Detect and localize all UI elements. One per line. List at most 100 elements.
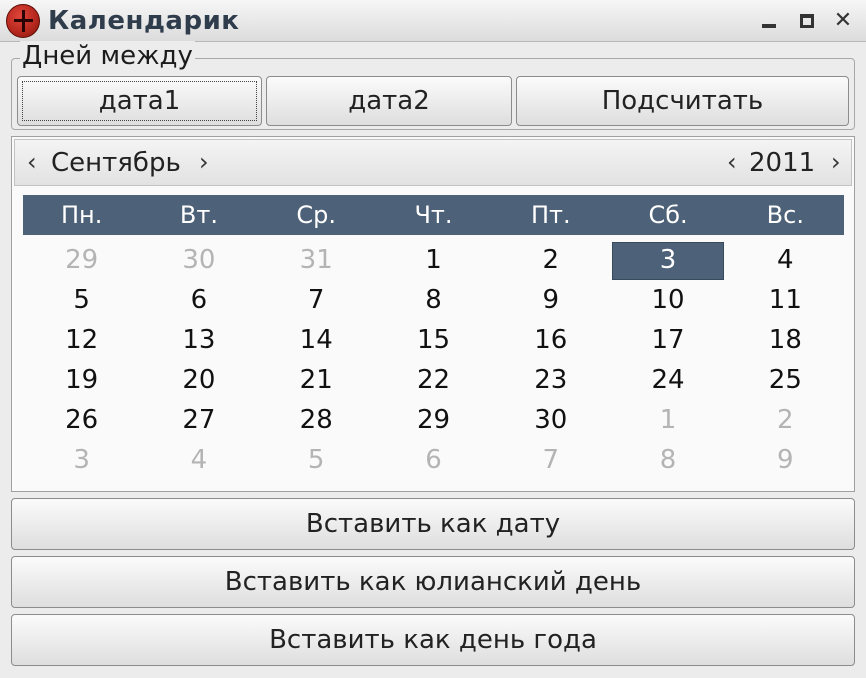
- calendar-day[interactable]: 7: [492, 440, 609, 480]
- calendar-day-number: 9: [777, 445, 794, 475]
- calendar-day-number: 16: [534, 325, 568, 355]
- insert-as-julian-day-button[interactable]: Вставить как юлианский день: [11, 556, 855, 608]
- calendar-week-row: 26 27 28 29 30 1 2: [23, 400, 844, 440]
- calendar-day[interactable]: 7: [258, 280, 375, 320]
- calendar-day[interactable]: 29: [23, 240, 140, 280]
- app-icon[interactable]: [6, 4, 40, 38]
- calendar-day[interactable]: 8: [609, 440, 726, 480]
- calendar-day-number: 27: [182, 405, 216, 435]
- calendar-day-number: 6: [425, 445, 442, 475]
- calendar-day[interactable]: 3: [23, 440, 140, 480]
- calendar-day[interactable]: 24: [609, 360, 726, 400]
- calendar-day-number: 25: [768, 365, 802, 395]
- insert-as-day-of-year-button[interactable]: Вставить как день года: [11, 614, 855, 666]
- calendar-day[interactable]: 14: [258, 320, 375, 360]
- date1-button[interactable]: дата1: [17, 76, 262, 126]
- calendar-navigation: ‹ Сентябрь › ‹ 2011 ›: [14, 139, 852, 186]
- calendar-day-number: 22: [416, 365, 451, 395]
- calendar-day-number: 28: [299, 405, 333, 435]
- calendar-day[interactable]: 1: [609, 400, 726, 440]
- calendar-day[interactable]: 30: [492, 400, 609, 440]
- calendar-day[interactable]: 5: [23, 280, 140, 320]
- calendar-day[interactable]: 4: [727, 240, 844, 280]
- focus-ring: [22, 81, 257, 121]
- calendar-day-number: 26: [65, 405, 99, 435]
- calendar-week-row: 3 4 5 6 7 8 9: [23, 440, 844, 480]
- weekday-mon: Пн.: [60, 201, 103, 229]
- calendar-day[interactable]: 8: [375, 280, 492, 320]
- calendar-day[interactable]: 4: [140, 440, 257, 480]
- date2-button[interactable]: дата2: [266, 76, 512, 126]
- calendar-day[interactable]: 19: [23, 360, 140, 400]
- weekday-sun: Вс.: [766, 201, 804, 229]
- calendar-day-number: 13: [182, 325, 216, 355]
- calendar-day[interactable]: 20: [140, 360, 257, 400]
- calendar-day-number: 10: [651, 285, 685, 315]
- calendar-day[interactable]: 13: [140, 320, 257, 360]
- calendar-day[interactable]: 29: [375, 400, 492, 440]
- calendar-day-number: 30: [182, 245, 216, 275]
- calendar-day-number: 24: [651, 365, 685, 395]
- calendar-day[interactable]: 21: [258, 360, 375, 400]
- calendar-day[interactable]: 18: [727, 320, 844, 360]
- weekday-tue: Вт.: [179, 201, 218, 229]
- calendar-day[interactable]: 27: [140, 400, 257, 440]
- day-grid: 29 30 31 1 2 3 4 5 6 7 8 9 10 11 12 13 14 15 16 17 18 19 20 21 2…: [23, 240, 844, 480]
- calendar-day-number: 2: [542, 245, 560, 275]
- calendar-day[interactable]: 30: [140, 240, 257, 280]
- next-month-icon[interactable]: ›: [199, 148, 209, 176]
- calendar-day[interactable]: 1: [375, 240, 492, 280]
- window-title: Календарик: [48, 6, 240, 36]
- calendar-week-row: 12 13 14 15 16 17 18: [23, 320, 844, 360]
- maximize-icon[interactable]: [794, 8, 820, 34]
- calendar-day-number: 29: [65, 245, 99, 275]
- insert-as-date-button[interactable]: Вставить как дату: [11, 498, 855, 550]
- calendar-day-number: 19: [65, 365, 99, 395]
- calculate-button[interactable]: Подсчитать: [516, 76, 849, 126]
- calendar-widget: ‹ Сентябрь › ‹ 2011 › Пн. Вт. Ср. Чт. Пт…: [11, 136, 855, 492]
- calendar-day[interactable]: 6: [140, 280, 257, 320]
- calendar-day-number: 2: [777, 405, 794, 435]
- calendar-day[interactable]: 23: [492, 360, 609, 400]
- calendar-day[interactable]: 11: [727, 280, 844, 320]
- calendar-day-selected[interactable]: 3: [609, 240, 726, 280]
- calendar-day-number: 6: [190, 285, 208, 315]
- weekday-sat: Сб.: [648, 201, 688, 229]
- calendar-day[interactable]: 2: [492, 240, 609, 280]
- next-year-icon[interactable]: ›: [831, 148, 841, 176]
- calendar-day[interactable]: 9: [492, 280, 609, 320]
- calendar-day[interactable]: 15: [375, 320, 492, 360]
- calendar-day-number: 7: [307, 285, 325, 315]
- calendar-day-number: 4: [190, 445, 208, 475]
- calendar-day[interactable]: 6: [375, 440, 492, 480]
- calendar-day[interactable]: 17: [609, 320, 726, 360]
- calendar-day[interactable]: 26: [23, 400, 140, 440]
- date2-button-label: дата2: [348, 86, 430, 116]
- insert-as-day-of-year-label: Вставить как день года: [269, 625, 597, 655]
- calendar-day[interactable]: 10: [609, 280, 726, 320]
- calendar-day[interactable]: 25: [727, 360, 844, 400]
- calendar-day[interactable]: 22: [375, 360, 492, 400]
- calendar-day-number: 9: [542, 285, 560, 315]
- calendar-day[interactable]: 31: [258, 240, 375, 280]
- calendar-day[interactable]: 16: [492, 320, 609, 360]
- calendar-day[interactable]: 2: [727, 400, 844, 440]
- calendar-day-number: 14: [299, 325, 333, 355]
- calendar-day[interactable]: 5: [258, 440, 375, 480]
- calendar-day[interactable]: 9: [727, 440, 844, 480]
- month-selector[interactable]: Сентябрь: [51, 148, 181, 178]
- insert-as-julian-day-label: Вставить как юлианский день: [224, 567, 642, 597]
- calendar-day-number: 1: [425, 245, 442, 275]
- prev-year-icon[interactable]: ‹: [727, 148, 737, 176]
- calendar-day-number: 30: [534, 405, 568, 435]
- calendar-day[interactable]: 28: [258, 400, 375, 440]
- calendar-day-number: 5: [307, 445, 325, 475]
- calendar-day-number: 23: [534, 365, 568, 395]
- year-selector[interactable]: 2011: [749, 148, 815, 178]
- title-bar[interactable]: Календарик ✕: [0, 0, 866, 42]
- calendar-day[interactable]: 12: [23, 320, 140, 360]
- prev-month-icon[interactable]: ‹: [27, 148, 37, 176]
- minimize-icon[interactable]: [756, 8, 782, 34]
- calendar-day-number: 31: [299, 245, 333, 275]
- close-icon[interactable]: ✕: [830, 8, 856, 34]
